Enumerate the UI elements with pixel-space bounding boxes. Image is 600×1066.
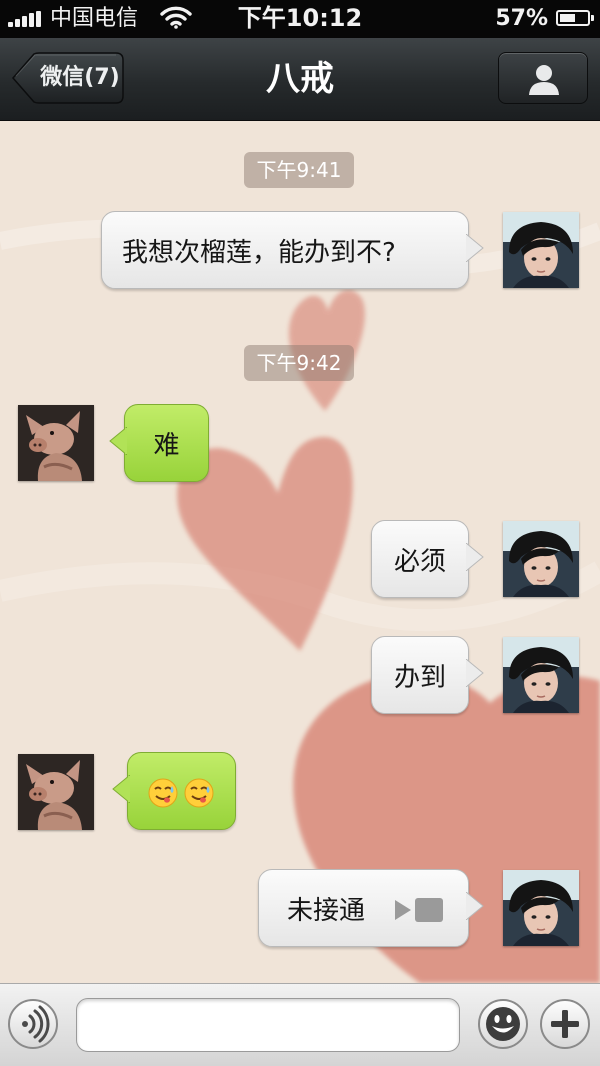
avatar-me[interactable] bbox=[503, 637, 579, 713]
person-icon bbox=[529, 65, 559, 95]
yummy-face-icon bbox=[184, 778, 214, 808]
message-text: 办到 bbox=[393, 662, 446, 693]
battery-icon bbox=[556, 10, 594, 26]
message-text: 难 bbox=[153, 430, 180, 461]
message-input[interactable] bbox=[76, 998, 460, 1052]
video-camera-icon bbox=[395, 898, 443, 922]
smiley-icon bbox=[486, 1007, 520, 1041]
message-text: 未接通 bbox=[287, 895, 366, 926]
more-button[interactable] bbox=[540, 999, 590, 1049]
chat-area[interactable]: 下午9:41 我想次榴莲，能办到不? 下午9:42 难 必须 办到 未接通 bbox=[0, 121, 600, 983]
yummy-face-icon bbox=[148, 778, 178, 808]
message-bubble-outgoing-video-call[interactable]: 未接通 bbox=[258, 869, 484, 947]
avatar-me[interactable] bbox=[503, 212, 579, 288]
page-title: 八戒 bbox=[266, 59, 334, 99]
voice-icon bbox=[22, 1005, 50, 1043]
emoji-button[interactable] bbox=[478, 999, 528, 1049]
avatar-me[interactable] bbox=[503, 521, 579, 597]
back-button[interactable]: 微信(7) bbox=[12, 52, 124, 104]
timestamp: 下午9:42 bbox=[244, 345, 354, 381]
message-text: 必须 bbox=[393, 546, 446, 577]
message-bubble-outgoing[interactable]: 必须 bbox=[371, 520, 484, 598]
plus-icon bbox=[551, 1010, 579, 1038]
input-bar bbox=[0, 983, 600, 1066]
message-bubble-incoming[interactable]: 😋😋 bbox=[112, 752, 236, 830]
profile-button[interactable] bbox=[498, 52, 588, 104]
voice-button[interactable] bbox=[8, 999, 58, 1049]
timestamp: 下午9:41 bbox=[244, 152, 354, 188]
avatar-bajie[interactable] bbox=[18, 405, 94, 481]
message-bubble-outgoing[interactable]: 办到 bbox=[371, 636, 484, 714]
avatar-bajie[interactable] bbox=[18, 754, 94, 830]
back-button-label: 微信(7) bbox=[40, 65, 120, 90]
battery-percent: 57% bbox=[495, 6, 548, 31]
battery-fill bbox=[560, 14, 575, 22]
status-bar: 中国电信 下午10:12 57% bbox=[0, 0, 600, 38]
message-bubble-outgoing[interactable]: 我想次榴莲，能办到不? bbox=[101, 211, 484, 289]
message-bubble-incoming[interactable]: 难 bbox=[109, 404, 209, 482]
message-text: 我想次榴莲，能办到不? bbox=[122, 237, 396, 268]
navigation-bar: 微信(7) 八戒 bbox=[0, 38, 600, 121]
avatar-me[interactable] bbox=[503, 870, 579, 946]
